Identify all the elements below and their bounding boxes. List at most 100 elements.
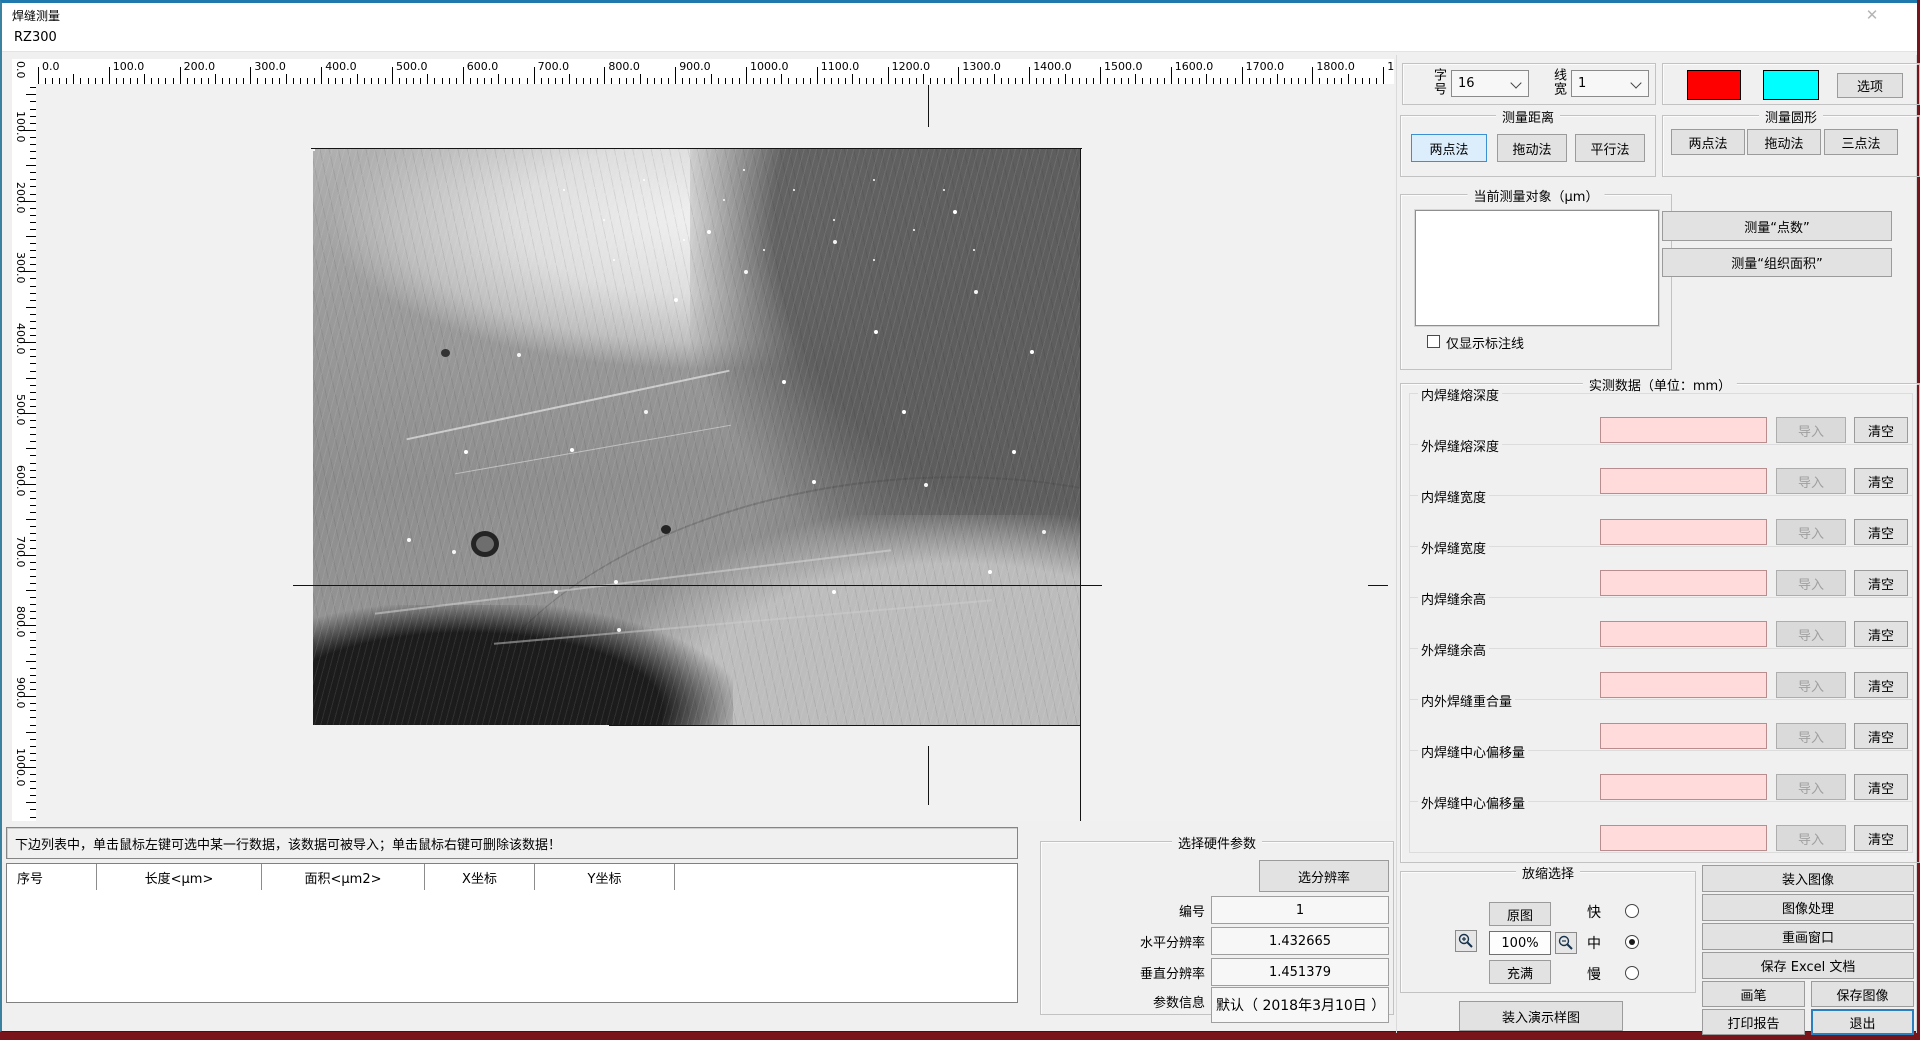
zoom-percent-field[interactable]: 100%: [1489, 931, 1551, 955]
hardware-field[interactable]: 默认（ 2018年3月10日 ）: [1211, 987, 1389, 1023]
ruler-tick: [180, 67, 181, 84]
ruler-label: 1400.0: [1033, 60, 1072, 73]
ruler-tick: [958, 67, 959, 84]
save-excel-button[interactable]: 保存 Excel 文档: [1702, 952, 1914, 979]
measured-value-field[interactable]: [1600, 621, 1767, 647]
zoom-out-button[interactable]: [1555, 932, 1577, 954]
measure-points-button[interactable]: 测量“点数”: [1662, 211, 1892, 241]
porosity-spot: [661, 525, 671, 534]
original-size-button[interactable]: 原图: [1489, 902, 1551, 926]
save-image-button[interactable]: 保存图像: [1811, 981, 1914, 1007]
ruler-tick: [1277, 74, 1278, 84]
clear-button[interactable]: 清空: [1854, 621, 1908, 647]
menu-item-rz300[interactable]: RZ300: [14, 30, 57, 45]
fill-button[interactable]: 充满: [1489, 960, 1551, 984]
measured-value-field[interactable]: [1600, 570, 1767, 596]
clear-button[interactable]: 清空: [1854, 774, 1908, 800]
import-button: 导入: [1776, 723, 1846, 749]
color-swatch-red[interactable]: [1687, 70, 1741, 100]
color-swatch-cyan[interactable]: [1763, 70, 1819, 100]
font-size-label: 字号: [1429, 68, 1448, 96]
load-image-button[interactable]: 装入图像: [1702, 865, 1914, 892]
ruler-tick: [1065, 74, 1066, 84]
image-process-button[interactable]: 图像处理: [1702, 894, 1914, 921]
speed-radio[interactable]: [1625, 904, 1639, 918]
current-object-listbox[interactable]: [1415, 210, 1659, 326]
vertical-ruler: 100.0200.0300.0400.0500.0600.0700.0800.0…: [12, 84, 37, 821]
box-bottom-line: [609, 725, 1080, 726]
clear-button[interactable]: 清空: [1854, 825, 1908, 851]
ruler-label: 900.0: [14, 677, 27, 709]
image-canvas[interactable]: [36, 84, 1394, 821]
ruler-tick: [144, 74, 145, 84]
font-size-select[interactable]: 16: [1451, 70, 1529, 97]
result-table[interactable]: 序号长度<μm>面积<μm2>X坐标Y坐标: [6, 863, 1018, 1003]
options-button[interactable]: 选项: [1837, 73, 1903, 98]
ruler-label: 400.0: [325, 60, 357, 73]
ruler-tick: [26, 590, 36, 591]
measured-value-field[interactable]: [1600, 672, 1767, 698]
ruler-tick: [26, 802, 36, 803]
distance-drag-button[interactable]: 拖动法: [1497, 134, 1567, 162]
import-button: 导入: [1776, 774, 1846, 800]
import-button: 导入: [1776, 519, 1846, 545]
clear-button[interactable]: 清空: [1854, 672, 1908, 698]
measure-circle-title: 测量圆形: [1759, 107, 1823, 126]
ruler-tick: [286, 74, 287, 84]
import-button: 导入: [1776, 825, 1846, 851]
print-report-button[interactable]: 打印报告: [1702, 1009, 1805, 1035]
measured-value-field[interactable]: [1600, 723, 1767, 749]
ruler-label: 400.0: [14, 323, 27, 355]
clear-button[interactable]: 清空: [1854, 468, 1908, 494]
measured-value-field[interactable]: [1600, 825, 1767, 851]
circle-three-point-button[interactable]: 三点法: [1824, 129, 1898, 155]
select-resolution-button[interactable]: 选分辨率: [1259, 860, 1389, 892]
speed-radio[interactable]: [1625, 966, 1639, 980]
measured-value-field[interactable]: [1600, 519, 1767, 545]
measured-row-label: 外焊缝熔深度: [1418, 436, 1502, 455]
redraw-window-button[interactable]: 重画窗口: [1702, 923, 1914, 950]
ruler-tick: [215, 74, 216, 84]
hint-box: 下边列表中，单击鼠标左键可选中某一行数据，该数据可被导入；单击鼠标右键可删除该数…: [6, 827, 1018, 859]
ruler-tick: [569, 74, 570, 84]
distance-parallel-button[interactable]: 平行法: [1575, 134, 1645, 162]
result-table-header: 序号长度<μm>面积<μm2>X坐标Y坐标: [7, 864, 1017, 890]
table-header-4: Y坐标: [535, 864, 675, 890]
ruler-label: 500.0: [396, 60, 428, 73]
ruler-tick: [26, 378, 36, 379]
clear-button[interactable]: 清空: [1854, 723, 1908, 749]
font-line-group: 字号 16 线宽 1: [1402, 63, 1656, 105]
box-top-line: [311, 148, 1082, 149]
ruler-label: 200.0: [14, 182, 27, 214]
measured-value-field[interactable]: [1600, 468, 1767, 494]
zoom-out-icon: [1557, 934, 1575, 952]
measured-data-title: 实测数据（单位：mm）: [1583, 375, 1737, 394]
measured-value-field[interactable]: [1600, 417, 1767, 443]
clear-button[interactable]: 清空: [1854, 519, 1908, 545]
chevron-down-icon: [1630, 77, 1641, 88]
load-demo-image-button[interactable]: 装入演示样图: [1459, 1001, 1623, 1031]
exit-button[interactable]: 退出: [1811, 1009, 1914, 1035]
ruler-tick: [1100, 67, 1101, 84]
line-width-select[interactable]: 1: [1571, 70, 1649, 97]
measured-row-label: 内外焊缝重合量: [1418, 691, 1515, 710]
distance-two-point-button[interactable]: 两点法: [1411, 134, 1487, 162]
speed-radio[interactable]: [1625, 935, 1639, 949]
pen-button[interactable]: 画笔: [1702, 981, 1805, 1007]
circle-drag-button[interactable]: 拖动法: [1747, 129, 1821, 155]
line-width-value: 1: [1578, 76, 1586, 91]
close-icon[interactable]: ✕: [1850, 4, 1894, 25]
ruler-tick: [1171, 67, 1172, 84]
clear-button[interactable]: 清空: [1854, 417, 1908, 443]
only-marks-checkbox[interactable]: [1427, 335, 1440, 348]
speed-label: 慢: [1587, 964, 1601, 984]
clear-button[interactable]: 清空: [1854, 570, 1908, 596]
measure-area-button[interactable]: 测量“组织面积”: [1662, 248, 1892, 277]
measured-value-field[interactable]: [1600, 774, 1767, 800]
ruler-tick: [250, 67, 251, 84]
zoom-in-button[interactable]: [1455, 930, 1477, 952]
ruler-tick: [392, 67, 393, 84]
ruler-label: 100.0: [14, 111, 27, 143]
circle-two-point-button[interactable]: 两点法: [1671, 129, 1745, 155]
ruler-tick: [26, 165, 36, 166]
